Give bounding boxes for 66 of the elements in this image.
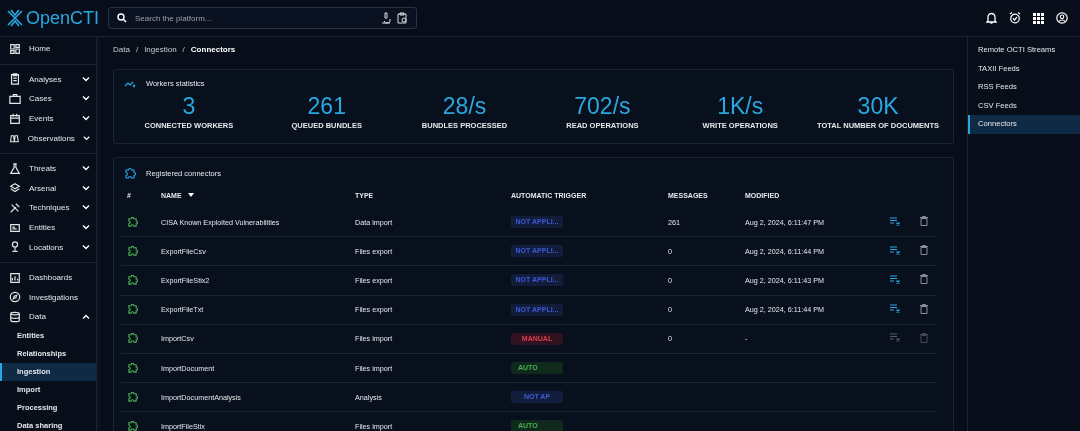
sidebar-item[interactable]: Arsenal <box>0 178 96 199</box>
trash-icon[interactable] <box>920 216 928 227</box>
breadcrumb-link[interactable]: Ingestion <box>144 44 177 54</box>
sidebar-item[interactable]: Cases <box>0 89 96 109</box>
trash-icon[interactable] <box>920 303 928 314</box>
tools-icon <box>9 201 21 214</box>
sidebar-item[interactable]: Threats <box>0 158 96 179</box>
puzzle-icon <box>127 244 138 256</box>
bell-icon[interactable] <box>986 12 997 24</box>
flask-icon <box>9 162 21 175</box>
database-icon <box>9 310 21 323</box>
stat-value: 702/s <box>574 93 631 119</box>
puzzle-icon <box>127 419 138 431</box>
puzzle-icon <box>124 167 136 179</box>
sidebar-item[interactable]: Dashboards <box>0 267 96 288</box>
stat-value: 30K <box>857 93 899 119</box>
search-icon <box>117 13 127 23</box>
chart-icon <box>9 271 21 284</box>
sidebar-item[interactable]: Investigations <box>0 287 96 308</box>
stat-value: 28/s <box>442 93 487 119</box>
alarm-clock-icon[interactable] <box>1009 12 1021 24</box>
card-icon <box>9 221 21 234</box>
trash-icon[interactable] <box>920 274 928 285</box>
account-icon[interactable] <box>1056 12 1068 24</box>
sidebar-item[interactable]: Locations <box>0 237 96 257</box>
sidebar-item[interactable]: Techniques <box>0 198 96 218</box>
clipboard-icon <box>9 73 21 86</box>
sidebar-item[interactable]: Analyses <box>0 69 96 90</box>
puzzle-icon <box>127 273 138 285</box>
compass-icon <box>9 291 21 304</box>
pin-icon <box>9 241 21 254</box>
puzzle-icon <box>127 361 138 373</box>
breadcrumb-separator: / <box>182 44 185 54</box>
microscope-icon[interactable] <box>381 12 391 24</box>
puzzle-icon <box>127 303 138 315</box>
sidebar-item[interactable]: Events <box>0 108 96 129</box>
sidebar-item[interactable]: Entities <box>0 217 96 238</box>
stat-value: 1K/s <box>717 93 764 119</box>
trend-icon <box>124 79 136 88</box>
binoculars-icon <box>9 132 20 145</box>
stat-value: 261 <box>307 93 346 119</box>
layers-icon <box>9 182 21 195</box>
puzzle-icon <box>127 332 138 344</box>
puzzle-icon <box>127 215 138 227</box>
logo-text: OpenCTI <box>26 7 100 29</box>
search-field[interactable]: Search the platform... <box>133 12 375 24</box>
sort-down-icon <box>187 193 194 197</box>
breadcrumb-link[interactable]: Data <box>113 44 130 54</box>
breadcrumb-separator: / <box>135 44 139 54</box>
search-bar[interactable]: Search the platform... <box>108 7 417 29</box>
clear-list-icon[interactable] <box>890 304 901 314</box>
sidebar-item[interactable]: Home <box>0 39 96 59</box>
clear-list-icon[interactable] <box>890 274 901 284</box>
clear-list-icon[interactable] <box>890 245 901 255</box>
sidebar-item[interactable]: Data <box>0 307 96 327</box>
stat-value: 3 <box>182 93 196 119</box>
calendar-icon <box>9 112 21 125</box>
sidebar-item[interactable]: Observations <box>0 128 96 148</box>
puzzle-icon <box>127 390 138 402</box>
logo-icon <box>6 9 24 27</box>
clear-list-icon[interactable] <box>890 216 901 226</box>
trash-icon[interactable] <box>920 245 928 256</box>
apps-grid-icon[interactable] <box>1033 12 1044 24</box>
home-icon <box>9 42 21 55</box>
briefcase-icon <box>9 93 21 105</box>
clipboard-search-icon[interactable] <box>397 12 408 24</box>
